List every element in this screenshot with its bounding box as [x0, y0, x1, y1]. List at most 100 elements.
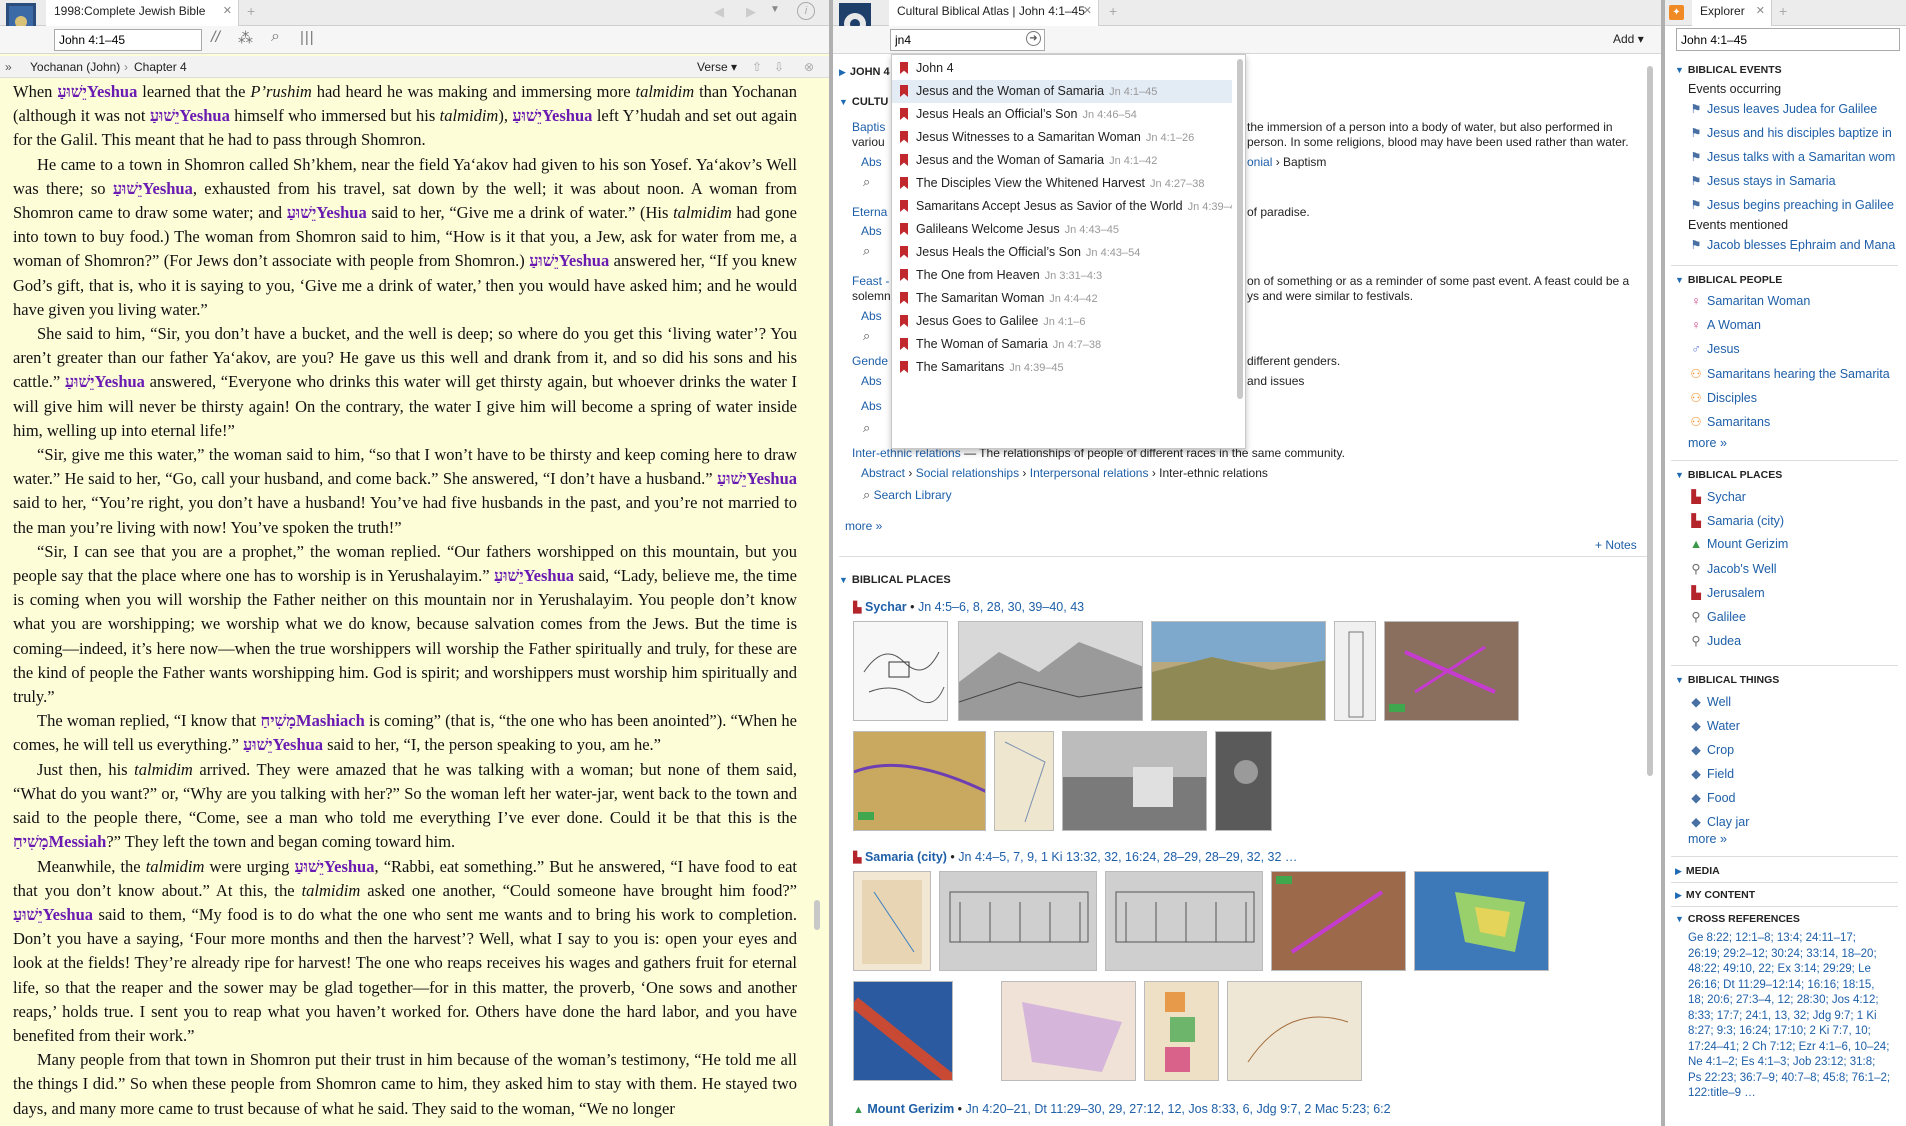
suggestion-item[interactable]: Jesus Goes to Galilee Jn 4:1–6: [892, 310, 1232, 333]
passage-section[interactable]: ▶ JOHN 4: [839, 66, 890, 78]
ceremonial-link[interactable]: onial: [1247, 155, 1272, 169]
sketch-thumbnail[interactable]: [939, 871, 1097, 971]
explorer-item[interactable]: ⚑ Jesus and his disciples baptize in: [1689, 125, 1891, 140]
cross-reference-line[interactable]: 8:33; 17:7; 24:1, 13, 32; Jdg 9:7; 1 Ki: [1688, 1010, 1877, 1022]
abstract-link[interactable]: Abs: [861, 309, 882, 323]
suggestion-item[interactable]: Galileans Welcome Jesus Jn 4:43–45: [892, 218, 1232, 241]
name-link[interactable]: יֵשׁוּעַYeshua: [57, 82, 137, 101]
relief-map-thumbnail[interactable]: [1271, 871, 1406, 971]
path-abstract[interactable]: Abstract: [861, 466, 905, 480]
name-link[interactable]: יֵשׁוּעַYeshua: [65, 372, 145, 391]
tab-complete-jewish-bible[interactable]: 1998:Complete Jewish Bible ✕: [46, 0, 239, 26]
explorer-item[interactable]: ▙ Jerusalem: [1689, 585, 1764, 600]
up-arrow-icon[interactable]: ⇧: [752, 56, 762, 78]
search-icon[interactable]: ⌕: [271, 28, 280, 46]
explorer-item[interactable]: ⚑ Jacob blesses Ephraim and Mana: [1689, 237, 1895, 252]
cross-references-section[interactable]: ▼ CROSS REFERENCES: [1675, 913, 1800, 925]
bw-photo-thumbnail[interactable]: [1062, 731, 1207, 831]
cross-reference-line[interactable]: 122:title–9 …: [1688, 1087, 1756, 1099]
explorer-item[interactable]: ◆ Food: [1689, 790, 1735, 805]
suggestion-item[interactable]: The Woman of Samaria Jn 4:7–38: [892, 333, 1232, 356]
region-map-thumbnail[interactable]: [1414, 871, 1549, 971]
name-link[interactable]: יֵשׁוּעַYeshua: [294, 857, 374, 876]
suggestion-item[interactable]: Jesus and the Woman of Samaria Jn 4:1–42: [892, 149, 1232, 172]
abstract-link[interactable]: Abs: [861, 374, 882, 388]
suggestion-item[interactable]: John 4: [892, 57, 1232, 80]
cultural-concepts-section[interactable]: ▼ CULTU: [839, 96, 888, 108]
cross-reference-line[interactable]: Ps 22:23; 36:7–9; 40:7–8; 45:8; 76:1–2;: [1688, 1072, 1890, 1084]
diagram-thumbnail[interactable]: [1334, 621, 1376, 721]
suggestion-item[interactable]: Jesus and the Woman of Samaria Jn 4:1–45: [892, 80, 1232, 103]
cross-reference-line[interactable]: 18; 20:6; 27:3–4, 12; 28:30; Jos 4:12;: [1688, 994, 1879, 1006]
down-arrow-icon[interactable]: ⇩: [774, 56, 784, 78]
expand-icon[interactable]: »: [5, 56, 12, 78]
relief-map-thumbnail[interactable]: [853, 731, 986, 831]
map-thumbnail[interactable]: [853, 621, 948, 721]
my-content-section[interactable]: ▶ MY CONTENT: [1675, 889, 1755, 901]
suggestion-item[interactable]: The Disciples View the Whitened Harvest J…: [892, 172, 1232, 195]
explorer-item[interactable]: ⚇ Samaritans: [1689, 414, 1770, 429]
sketch-thumbnail[interactable]: [958, 621, 1143, 721]
relief-map-thumbnail[interactable]: [1384, 621, 1519, 721]
explorer-item[interactable]: ⚲ Judea: [1689, 633, 1741, 648]
name-link[interactable]: יֵשׁוּעַYeshua: [113, 179, 193, 198]
explorer-item[interactable]: ◆ Crop: [1689, 742, 1734, 757]
place-sychar-name[interactable]: Sychar: [865, 600, 907, 614]
explorer-item[interactable]: ▙ Samaria (city): [1689, 513, 1784, 528]
close-icon[interactable]: ✕: [1756, 0, 1765, 22]
region-map-thumbnail[interactable]: [1001, 981, 1136, 1081]
tab-cultural-biblical-atlas[interactable]: Cultural Biblical Atlas | John 4:1–45 ✕: [889, 0, 1099, 26]
explorer-item[interactable]: ▲ Mount Gerizim: [1689, 537, 1788, 551]
new-tab-icon[interactable]: +: [1109, 3, 1117, 19]
cross-reference-line[interactable]: 17:24–41; 2 Ch 7:12; Ezr 4:1–6, 10–24;: [1688, 1041, 1889, 1053]
verse-menu[interactable]: Verse ▾: [697, 56, 737, 78]
cross-reference-line[interactable]: 26:19; 29:2–12; 30:24; 33:14, 18–20;: [1688, 948, 1877, 960]
more-link[interactable]: more »: [1688, 832, 1727, 846]
more-link[interactable]: more »: [1688, 436, 1727, 450]
add-button[interactable]: Add ▾: [1613, 32, 1644, 46]
breadcrumb-book[interactable]: Yochanan (John): [30, 56, 120, 78]
explorer-item[interactable]: ♂ Jesus: [1689, 342, 1739, 356]
biblical-places-section[interactable]: ▼ BIBLICAL PLACES: [839, 574, 951, 586]
explorer-item[interactable]: ⚑ Jesus leaves Judea for Galilee: [1689, 101, 1877, 116]
columns-icon[interactable]: |||: [300, 29, 315, 46]
bw-photo-thumbnail[interactable]: [1215, 731, 1272, 831]
suggestion-item[interactable]: Jesus Heals the Official’s Son Jn 4:43–54: [892, 241, 1232, 264]
explorer-item[interactable]: ◆ Water: [1689, 718, 1740, 733]
name-link[interactable]: יֵשׁוּעַYeshua: [150, 106, 230, 125]
name-link[interactable]: מָשִׁיחַMessiah: [13, 832, 106, 851]
media-section[interactable]: ▶ MEDIA: [1675, 865, 1720, 877]
people-section[interactable]: ▼ BIBLICAL PEOPLE: [1675, 274, 1782, 286]
close-icon[interactable]: ✕: [223, 0, 232, 22]
search-library-link[interactable]: ⌕ Search Library: [863, 487, 952, 503]
explorer-item[interactable]: ⚑ Jesus stays in Samaria: [1689, 173, 1835, 188]
explorer-item[interactable]: ♀ Samaritan Woman: [1689, 294, 1810, 308]
search-icon[interactable]: ⌕: [863, 174, 870, 190]
relief-map-thumbnail[interactable]: [853, 981, 953, 1081]
topic-eternal-name[interactable]: Eterna: [852, 205, 887, 219]
abstract-link[interactable]: Abs: [861, 155, 882, 169]
name-link[interactable]: יֵשׁוּעַYeshua: [529, 251, 609, 270]
name-link[interactable]: יֵשׁוּעַYeshua: [287, 203, 367, 222]
explorer-item[interactable]: ◆ Clay jar: [1689, 814, 1749, 829]
path-interpersonal[interactable]: Interpersonal relations: [1030, 466, 1149, 480]
back-arrow-icon[interactable]: ◀: [714, 4, 724, 20]
explorer-item[interactable]: ▙ Sychar: [1689, 489, 1746, 504]
cross-reference-line[interactable]: 48:22; 49:10, 22; Ex 3:14; 29:29; Le: [1688, 963, 1871, 975]
topic-gender-name[interactable]: Gende: [852, 354, 888, 368]
name-link[interactable]: יֵשׁוּעַYeshua: [494, 566, 574, 585]
search-icon[interactable]: ⌕: [863, 243, 870, 259]
cross-reference-line[interactable]: Ge 8:22; 12:1–8; 13:4; 24:11–17;: [1688, 932, 1856, 944]
cross-reference-line[interactable]: 8:27; 9:3; 16:24; 17:10; 2 Ki 7:7, 10;: [1688, 1025, 1871, 1037]
visual-filter-icon[interactable]: ⁂: [238, 29, 253, 47]
name-link[interactable]: מָשִׁיחַMashiach: [260, 711, 364, 730]
abstract-link[interactable]: Abs: [861, 224, 882, 238]
explorer-icon[interactable]: ✦: [1669, 5, 1684, 20]
explorer-item[interactable]: ◆ Well: [1689, 694, 1731, 709]
close-panel-icon[interactable]: ⊗: [804, 56, 814, 78]
explorer-item[interactable]: ♀ A Woman: [1689, 318, 1761, 332]
explorer-item[interactable]: ⚲ Jacob's Well: [1689, 561, 1776, 576]
explorer-item[interactable]: ⚲ Galilee: [1689, 609, 1746, 624]
close-icon[interactable]: ✕: [1083, 0, 1092, 22]
guide-search-input[interactable]: [890, 29, 1045, 51]
